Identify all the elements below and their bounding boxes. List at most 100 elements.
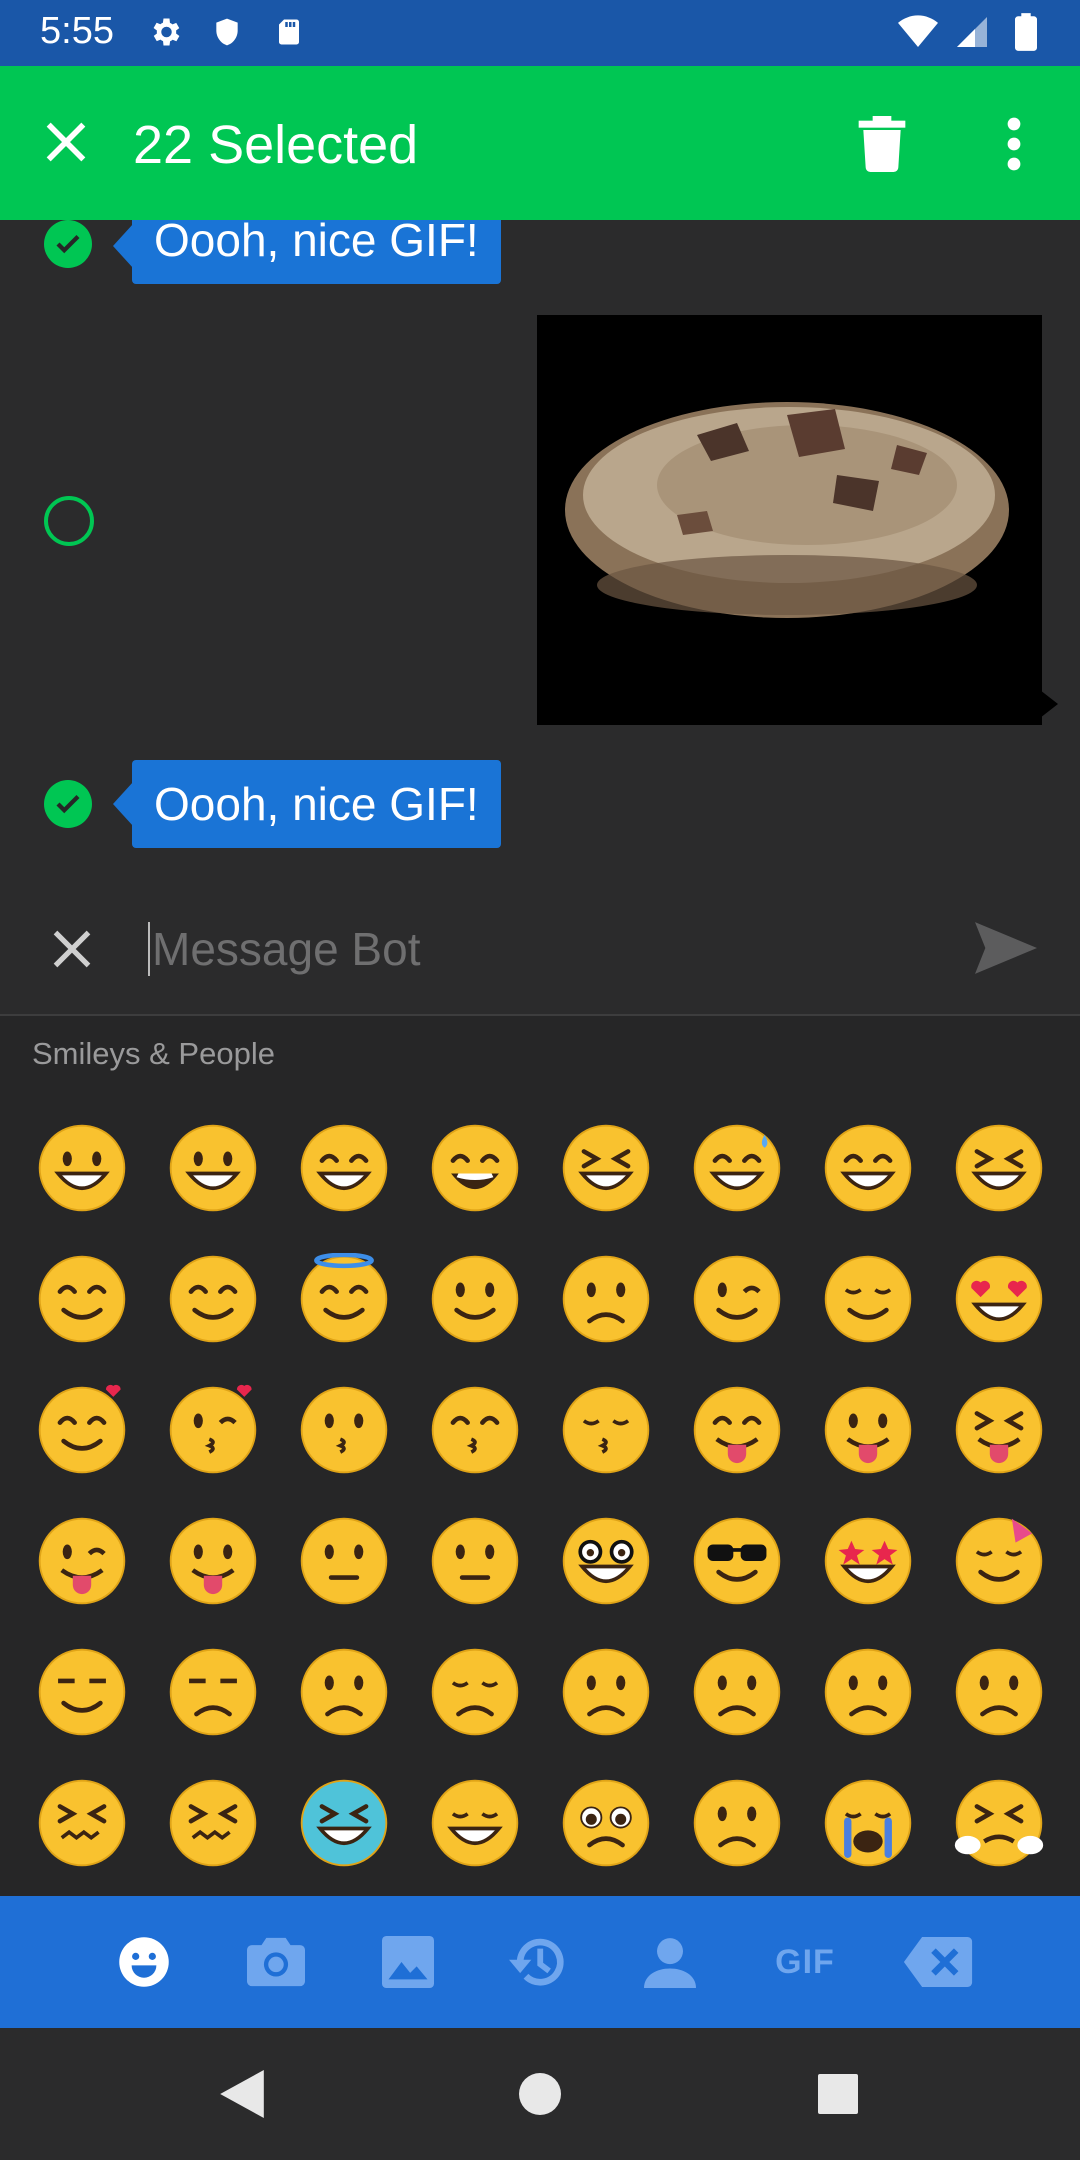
emoji-unamused[interactable]	[147, 1626, 278, 1757]
selected-check-icon[interactable]	[44, 780, 92, 828]
emoji-grinning-sweat[interactable]	[671, 1102, 802, 1233]
home-nav-button[interactable]	[512, 2066, 568, 2122]
emoji-zany[interactable]	[147, 1495, 278, 1626]
message-bubble[interactable]: Oooh, nice GIF!	[132, 760, 501, 848]
emoji-kissing-closed-eyes[interactable]	[540, 1364, 671, 1495]
emoji-weary[interactable]	[409, 1757, 540, 1888]
emoji-grinning-face[interactable]	[16, 1102, 147, 1233]
emoji-pensive[interactable]	[409, 1626, 540, 1757]
message-input[interactable]	[150, 910, 954, 988]
emoji-sad-sweat[interactable]	[671, 1757, 802, 1888]
pensive-icon	[431, 1648, 518, 1735]
recents-nav-button[interactable]	[810, 2066, 866, 2122]
unamused-icon	[169, 1648, 256, 1735]
emoji-persevering[interactable]	[16, 1757, 147, 1888]
emoji-squinting-laughing[interactable]	[540, 1102, 671, 1233]
smiley-tab-icon[interactable]	[114, 1932, 174, 1992]
delete-button[interactable]	[858, 116, 906, 172]
contact-tab-icon[interactable]	[640, 1932, 700, 1992]
emoji-halo[interactable]	[278, 1233, 409, 1364]
back-nav-button[interactable]	[214, 2066, 270, 2122]
emoji-star-struck[interactable]	[802, 1495, 933, 1626]
emoji-tired-cold-sweat[interactable]	[278, 1757, 409, 1888]
emoji-smiling-blush[interactable]	[147, 1233, 278, 1364]
image-tab-icon[interactable]	[378, 1932, 438, 1992]
steam-from-nose-icon	[954, 1779, 1043, 1866]
send-button[interactable]	[975, 922, 1037, 974]
emoji-sunglasses[interactable]	[671, 1495, 802, 1626]
emoji-slightly-frowning[interactable]	[802, 1626, 933, 1757]
navigation-bar	[0, 2028, 1080, 2160]
emoji-pleading[interactable]	[540, 1757, 671, 1888]
emoji-beaming-face[interactable]	[409, 1102, 540, 1233]
gif-tab[interactable]: GIF	[770, 1932, 840, 1992]
emoji-loudly-crying[interactable]	[802, 1757, 933, 1888]
gif-message[interactable]	[537, 315, 1042, 725]
emoji-rolling-on-floor-laughing[interactable]	[933, 1102, 1064, 1233]
emoji-relieved[interactable]	[802, 1233, 933, 1364]
more-vert-icon	[1007, 117, 1021, 171]
emoji-heart-eyes[interactable]	[933, 1233, 1064, 1364]
emoji-partying[interactable]	[933, 1495, 1064, 1626]
squinting-laughing-icon	[562, 1124, 649, 1211]
emoji-grinning-face-smiling-eyes[interactable]	[278, 1102, 409, 1233]
emoji-frowning[interactable]	[933, 1626, 1064, 1757]
emoji-winking-tongue[interactable]	[16, 1495, 147, 1626]
halo-icon	[300, 1252, 387, 1342]
disappointed-icon	[300, 1648, 387, 1735]
emoji-squinting-tongue[interactable]	[933, 1364, 1064, 1495]
camera-tab-icon[interactable]	[246, 1932, 306, 1992]
emoji-confounded[interactable]	[147, 1757, 278, 1888]
emoji-tears-of-joy[interactable]	[802, 1102, 933, 1233]
emoji-slightly-smiling[interactable]	[409, 1233, 540, 1364]
sunglasses-icon	[693, 1517, 780, 1604]
emoji-tongue-out[interactable]	[802, 1364, 933, 1495]
tired-cold-sweat-icon	[300, 1779, 387, 1866]
emoji-kissing[interactable]	[278, 1364, 409, 1495]
emoji-confused[interactable]	[671, 1626, 802, 1757]
persevering-icon	[38, 1779, 125, 1866]
grinning-face-big-eyes-icon	[169, 1124, 256, 1211]
grinning-face-icon	[38, 1124, 125, 1211]
close-selection-button[interactable]	[40, 116, 92, 168]
back-triangle-icon	[220, 2070, 264, 2118]
monocle-icon	[431, 1517, 518, 1604]
emoji-yum[interactable]	[671, 1364, 802, 1495]
message-bubble[interactable]: Oooh, nice GIF!	[132, 220, 501, 284]
history-tab-icon[interactable]	[508, 1932, 568, 1992]
recents-square-icon	[818, 2074, 858, 2114]
winking-tongue-icon	[38, 1517, 125, 1604]
kissing-smiling-eyes-icon	[431, 1386, 518, 1473]
smiling-face-smiling-eyes-icon	[38, 1255, 125, 1342]
emoji-raised-eyebrow[interactable]	[278, 1495, 409, 1626]
rolling-on-floor-laughing-icon	[955, 1124, 1042, 1211]
emoji-upside-down[interactable]	[540, 1233, 671, 1364]
emoji-grinning-face-big-eyes[interactable]	[147, 1102, 278, 1233]
emoji-smiling-face-smiling-eyes[interactable]	[16, 1233, 147, 1364]
cookie-image	[565, 402, 1009, 618]
message-list[interactable]: Oooh, nice GIF! Oooh, nice GIF!	[0, 220, 1080, 880]
close-emoji-keyboard-button[interactable]	[50, 927, 94, 971]
emoji-steam-from-nose[interactable]	[933, 1757, 1064, 1888]
emoji-kissing-heart[interactable]	[147, 1364, 278, 1495]
star-struck-icon	[824, 1517, 911, 1604]
backspace-icon[interactable]	[902, 1932, 974, 1992]
emoji-disappointed[interactable]	[278, 1626, 409, 1757]
selection-count-title: 22 Selected	[133, 115, 419, 175]
smiling-hearts-icon	[38, 1384, 125, 1473]
selected-check-icon[interactable]	[44, 220, 92, 268]
status-time: 5:55	[40, 10, 114, 52]
gif-tab-label: GIF	[775, 1942, 835, 1981]
emoji-nerd[interactable]	[540, 1495, 671, 1626]
emoji-worried[interactable]	[540, 1626, 671, 1757]
emoji-smirking[interactable]	[16, 1626, 147, 1757]
message-composer	[0, 880, 1080, 1014]
emoji-monocle[interactable]	[409, 1495, 540, 1626]
emoji-kissing-smiling-eyes[interactable]	[409, 1364, 540, 1495]
overflow-menu-button[interactable]	[1000, 114, 1028, 174]
tongue-out-icon	[824, 1386, 911, 1473]
unselected-circle-icon[interactable]	[44, 496, 94, 546]
emoji-smiling-hearts[interactable]	[16, 1364, 147, 1495]
slightly-smiling-icon	[431, 1255, 518, 1342]
emoji-winking[interactable]	[671, 1233, 802, 1364]
